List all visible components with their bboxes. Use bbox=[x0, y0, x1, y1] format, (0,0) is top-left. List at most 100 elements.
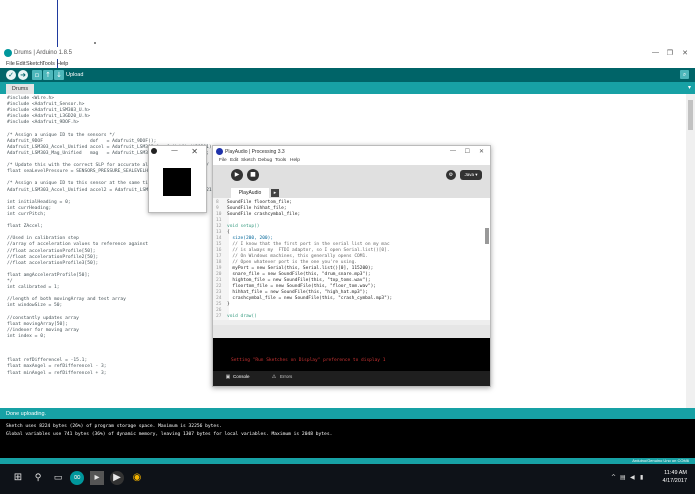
close-icon[interactable]: ✕ bbox=[191, 147, 198, 156]
stop-icon[interactable]: ■ bbox=[247, 169, 259, 181]
footer-tab-console[interactable]: Console bbox=[233, 374, 250, 379]
menu-tools[interactable]: Tools bbox=[42, 61, 55, 67]
line-number: 8 bbox=[216, 200, 219, 205]
arduino-menubar: File Edit Sketch Tools Help bbox=[0, 59, 695, 68]
code-line: 9 SoundFile hihhat_file; bbox=[216, 206, 287, 211]
menu-file[interactable]: File bbox=[219, 158, 227, 163]
code-text: // Open whatever port is the one you're … bbox=[227, 260, 358, 265]
menu-sketch[interactable]: Sketch bbox=[241, 158, 256, 163]
arduino-titlebar[interactable]: Drums | Arduino 1.8.5 — ❐ ✕ bbox=[0, 47, 695, 59]
processing-tabbar: PlayAudio ▸ bbox=[213, 187, 490, 198]
errors-icon[interactable]: ⚠ bbox=[271, 374, 277, 380]
tab-menu-icon[interactable]: ▾ bbox=[688, 84, 691, 91]
minimize-icon[interactable]: — bbox=[171, 146, 178, 154]
code-line: 25} bbox=[216, 302, 230, 307]
code-text: crashcymbal_file = new SoundFile(this, "… bbox=[227, 296, 393, 301]
code-text: SoundFile floortom_file; bbox=[227, 200, 293, 205]
volume-icon[interactable]: ◀ bbox=[630, 474, 635, 481]
tray-chevron-icon[interactable]: ^ bbox=[611, 474, 616, 481]
serial-monitor-icon[interactable]: ⌕ bbox=[680, 70, 689, 79]
open-icon[interactable]: ↑ bbox=[43, 70, 53, 80]
line-number: 24 bbox=[216, 296, 222, 301]
close-icon[interactable]: ✕ bbox=[682, 49, 688, 57]
status-text: Done uploading. bbox=[6, 411, 47, 417]
arduino-console[interactable]: Sketch uses 8224 bytes (26%) of program … bbox=[0, 419, 695, 458]
menu-help[interactable]: Help bbox=[290, 158, 300, 163]
media-taskbar-icon[interactable]: ▶ bbox=[110, 471, 124, 485]
minimize-icon[interactable]: — bbox=[652, 49, 659, 56]
processing-code-editor[interactable]: 8 SoundFile floortom_file; 9 SoundFile hihh… bbox=[213, 198, 483, 320]
code-line: /* Assign a unique ID to this sensor at … bbox=[7, 181, 162, 187]
menu-edit[interactable]: Edit bbox=[16, 61, 25, 67]
line-number: 13 bbox=[216, 230, 222, 235]
tab-add-icon[interactable]: ▸ bbox=[271, 189, 279, 197]
code-text: void draw() bbox=[227, 314, 257, 319]
code-line: int initialHeading = 0; bbox=[7, 199, 71, 205]
processing-logo-icon bbox=[216, 148, 223, 155]
console-line: Sketch uses 8224 bytes (26%) of program … bbox=[6, 424, 222, 429]
save-icon[interactable]: ↓ bbox=[54, 70, 64, 80]
maximize-icon[interactable]: ❐ bbox=[667, 49, 673, 57]
processing-console[interactable]: Setting "Run Sketches on Display" prefer… bbox=[213, 338, 490, 371]
code-line: //float accelerationProfile3[50]; bbox=[7, 260, 99, 266]
close-icon[interactable]: ✕ bbox=[479, 148, 484, 155]
taskbar-clock[interactable]: 11:49 AM 4/17/2017 bbox=[663, 469, 687, 485]
code-text: floortom_file = new SoundFile(this, "flo… bbox=[227, 284, 377, 289]
line-number: 20 bbox=[216, 272, 222, 277]
line-number: 11 bbox=[216, 218, 222, 223]
network-icon[interactable]: ▤ bbox=[620, 474, 626, 481]
code-text: // On Windows machines, this generally o… bbox=[227, 254, 368, 259]
line-number: 16 bbox=[216, 248, 222, 253]
code-line: float maxAngel = refDifferencel - 3; bbox=[7, 364, 107, 370]
sketch-titlebar[interactable]: — ✕ bbox=[149, 146, 206, 158]
code-text: size(200, 200); bbox=[227, 236, 274, 241]
menu-sketch[interactable]: Sketch bbox=[26, 61, 43, 67]
scroll-thumb[interactable] bbox=[688, 100, 693, 130]
line-number: 22 bbox=[216, 284, 222, 289]
code-line: 21 hightom_file = new SoundFile(this, "t… bbox=[216, 278, 371, 283]
sketch-output-window[interactable]: — ✕ bbox=[148, 145, 207, 213]
code-line: 10 SoundFile crashcymbal_file; bbox=[216, 212, 300, 217]
menu-file[interactable]: File bbox=[6, 61, 15, 67]
minimize-icon[interactable]: — bbox=[450, 148, 456, 154]
processing-window-title: PlayAudio | Processing 3.3 bbox=[225, 149, 285, 155]
code-line: 11 bbox=[216, 218, 227, 223]
code-line: //array of acceleration values to refere… bbox=[7, 242, 149, 248]
verify-icon[interactable]: ✓ bbox=[6, 70, 16, 80]
scroll-thumb[interactable] bbox=[485, 228, 489, 244]
menu-debug[interactable]: Debug bbox=[258, 158, 272, 163]
code-line: #include <Wire.h> bbox=[7, 96, 55, 101]
run-icon[interactable]: ▶ bbox=[231, 169, 243, 181]
menu-edit[interactable]: Edit bbox=[230, 158, 238, 163]
processing-editor-scrollbar[interactable] bbox=[483, 198, 490, 320]
footer-tab-errors[interactable]: Errors bbox=[280, 374, 292, 379]
tab-drums[interactable]: Drums bbox=[6, 84, 34, 94]
sketch-canvas[interactable] bbox=[163, 168, 191, 196]
menu-help[interactable]: Help bbox=[57, 61, 68, 67]
arduino-taskbar-icon[interactable]: ∞ bbox=[70, 471, 84, 485]
tab-playaudio[interactable]: PlayAudio bbox=[231, 188, 269, 198]
code-line: 20 snare_file = new SoundFile(this, "dru… bbox=[216, 272, 371, 277]
upload-tooltip: Upload bbox=[66, 72, 84, 78]
new-icon[interactable]: ▫ bbox=[32, 70, 42, 80]
battery-icon[interactable]: ▮ bbox=[640, 474, 643, 481]
chrome-taskbar-icon[interactable]: ◉ bbox=[130, 471, 144, 485]
arduino-editor-scrollbar[interactable] bbox=[686, 94, 695, 408]
arduino-window-title: Drums | Arduino 1.8.5 bbox=[14, 50, 72, 56]
console-icon[interactable]: ▣ bbox=[225, 374, 231, 380]
task-view-icon[interactable]: ▭ bbox=[51, 471, 65, 485]
line-number: 26 bbox=[216, 308, 222, 313]
menu-tools[interactable]: Tools bbox=[275, 158, 286, 163]
code-line: 22 floortom_file = new SoundFile(this, "… bbox=[216, 284, 376, 289]
mode-selector[interactable]: Java ▾ bbox=[460, 170, 482, 180]
line-number: 19 bbox=[216, 266, 222, 271]
search-icon[interactable]: ⚲ bbox=[31, 471, 45, 485]
processing-taskbar-icon[interactable]: ▸ bbox=[90, 471, 104, 485]
maximize-icon[interactable]: ☐ bbox=[465, 148, 470, 155]
processing-titlebar[interactable]: PlayAudio | Processing 3.3 — ☐ ✕ bbox=[213, 146, 490, 157]
windows-start-icon[interactable]: ⊞ bbox=[11, 471, 25, 485]
code-text: myPort = new Serial(this, Serial.list()[… bbox=[227, 266, 374, 271]
line-number: 21 bbox=[216, 278, 222, 283]
debug-icon[interactable]: ⚙ bbox=[446, 170, 456, 180]
upload-icon[interactable]: ➜ bbox=[18, 70, 28, 80]
